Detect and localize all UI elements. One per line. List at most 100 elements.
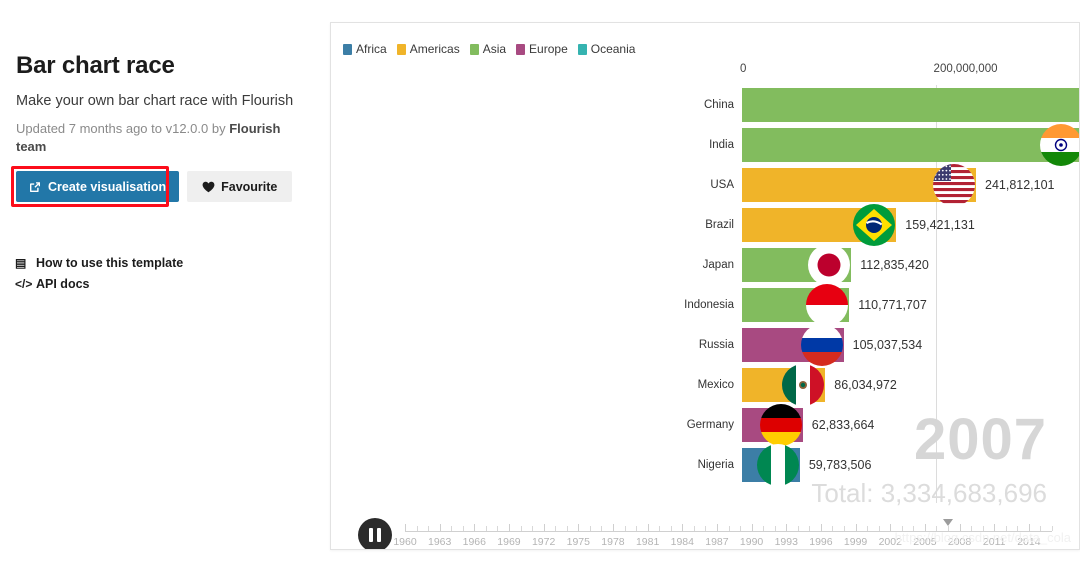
chart-legend: Africa Americas Asia Europe Oceania	[343, 42, 635, 56]
timeline-tick	[543, 524, 545, 531]
bar-row[interactable]: India352,851,074	[709, 124, 1079, 166]
favourite-label: Favourite	[221, 179, 278, 194]
bar-row[interactable]: China595,795,347	[704, 85, 1079, 125]
bar-row[interactable]: Russia 105,037,534	[699, 324, 1079, 366]
timeline-year-label: 1969	[497, 536, 521, 548]
timeline-year-label: 1963	[427, 536, 452, 548]
template-meta-prefix: Updated 7 months ago to v12.0.0 by	[16, 121, 230, 136]
bar-rect[interactable]	[742, 88, 1079, 122]
template-meta: Updated 7 months ago to v12.0.0 by Flour…	[16, 120, 281, 156]
bar-value-label: 59,783,506	[808, 458, 872, 472]
legend-label: Asia	[482, 42, 507, 56]
page-title: Bar chart race	[16, 52, 175, 79]
timeline-tick	[797, 526, 799, 531]
timeline-year-label: 1984	[670, 536, 694, 548]
timeline-tick	[809, 526, 811, 531]
bar-chart-race-preview: Africa Americas Asia Europe Oceania 0 200,000…	[330, 22, 1080, 550]
timeline-tick	[659, 526, 661, 531]
timeline-year-label: 1987	[705, 536, 729, 548]
timeline-tick	[855, 524, 857, 531]
bar-category-label: Brazil	[705, 219, 734, 231]
timeline-tick	[474, 524, 476, 531]
bar-row[interactable]: Indonesia 110,771,707	[684, 284, 1079, 326]
timeline-tick	[786, 524, 788, 531]
legend-label: Africa	[356, 42, 387, 56]
bar-category-label: Japan	[702, 259, 734, 271]
action-button-row: Create visualisation Favourite	[16, 171, 293, 202]
brazil-flag	[853, 204, 896, 246]
timeline-tick	[705, 526, 707, 531]
api-docs-link[interactable]: </> API docs	[15, 274, 183, 295]
timeline-tick	[763, 526, 765, 531]
timeline-tick	[728, 526, 730, 531]
germany-flag	[759, 404, 802, 446]
x-axis-tick-label: 0	[740, 63, 747, 75]
pause-icon-bar-left	[369, 528, 373, 542]
timeline-tick	[508, 524, 510, 531]
timeline-tick	[601, 526, 603, 531]
timeline-tick	[578, 524, 580, 531]
timeline-tick	[647, 524, 649, 531]
bar-value-label: 241,812,101	[985, 178, 1055, 192]
bar-value-label: 105,037,534	[852, 338, 923, 352]
help-links: ▤ How to use this template </> API docs	[15, 253, 183, 295]
timeline-tick	[890, 524, 892, 531]
pause-button[interactable]	[358, 518, 392, 549]
bar-value-label: 86,034,972	[834, 378, 897, 392]
bar-row[interactable]: Brazil 159,421,131	[705, 204, 1079, 246]
timeline-tick	[636, 526, 638, 531]
timeline-tick	[844, 526, 846, 531]
how-to-use-template-label: How to use this template	[36, 256, 184, 270]
book-icon: ▤	[15, 256, 27, 270]
template-info-panel: Bar chart race Make your own bar chart r…	[0, 0, 330, 565]
timeline-year-label: 1993	[774, 536, 798, 548]
usa-flag	[933, 164, 975, 206]
legend-item-oceania[interactable]: Oceania	[577, 42, 635, 56]
timeline-tick	[740, 526, 742, 531]
bar-category-label: Indonesia	[684, 299, 734, 311]
legend-item-asia[interactable]: Asia	[469, 42, 507, 56]
heart-icon	[202, 181, 215, 193]
bar-category-label: Mexico	[697, 379, 734, 391]
timeline-tick	[867, 526, 869, 531]
timeline-year-label: 1996	[809, 536, 833, 548]
code-icon: </>	[15, 277, 33, 291]
favourite-button[interactable]: Favourite	[187, 171, 293, 202]
timeline-tick	[751, 524, 753, 531]
timeline-tick	[820, 524, 822, 531]
timeline-tick	[485, 526, 487, 531]
timeline-year-label: 1966	[462, 536, 486, 548]
external-link-icon	[29, 181, 41, 193]
api-docs-label: API docs	[36, 277, 90, 291]
page-subtitle: Make your own bar chart race with Flouri…	[16, 93, 294, 109]
bar-row[interactable]: Mexico 86,034,972	[698, 364, 1079, 406]
watermark-text: https://blog.csdn.net/data_cola	[894, 530, 1071, 545]
how-to-use-template-link[interactable]: ▤ How to use this template	[15, 253, 183, 274]
bar-value-label: 110,771,707	[858, 298, 927, 312]
timeline-tick	[624, 526, 626, 531]
timeline-tick	[832, 526, 834, 531]
year-counter: 2007	[913, 407, 1047, 472]
bar-category-label: Germany	[686, 419, 734, 431]
timeline-tick	[405, 524, 406, 531]
timeline-year-label: 1978	[601, 536, 625, 548]
bar-value-label: 62,833,664	[811, 418, 875, 432]
indonesia-flag	[806, 284, 849, 326]
timeline-tick	[555, 526, 557, 531]
timeline-tick	[589, 526, 591, 531]
total-counter: Total: 3,334,683,696	[811, 478, 1047, 508]
timeline-year-label: 1999	[843, 536, 868, 548]
bar-row[interactable]: Japan 112,835,420	[703, 244, 1079, 286]
legend-item-americas[interactable]: Americas	[396, 42, 460, 56]
timeline-playhead[interactable]	[943, 519, 954, 526]
timeline-tick	[428, 526, 430, 531]
legend-item-europe[interactable]: Europe	[516, 42, 568, 56]
timeline-tick	[416, 526, 418, 531]
bar-rect[interactable]	[742, 128, 1079, 162]
create-visualisation-button[interactable]: Create visualisation	[16, 171, 180, 202]
bar-row[interactable]: USA 241,812,101	[710, 164, 1079, 206]
legend-item-africa[interactable]: Africa	[343, 42, 387, 56]
india-flag	[1040, 124, 1079, 166]
timeline-tick	[462, 526, 464, 531]
timeline-tick	[682, 524, 684, 531]
